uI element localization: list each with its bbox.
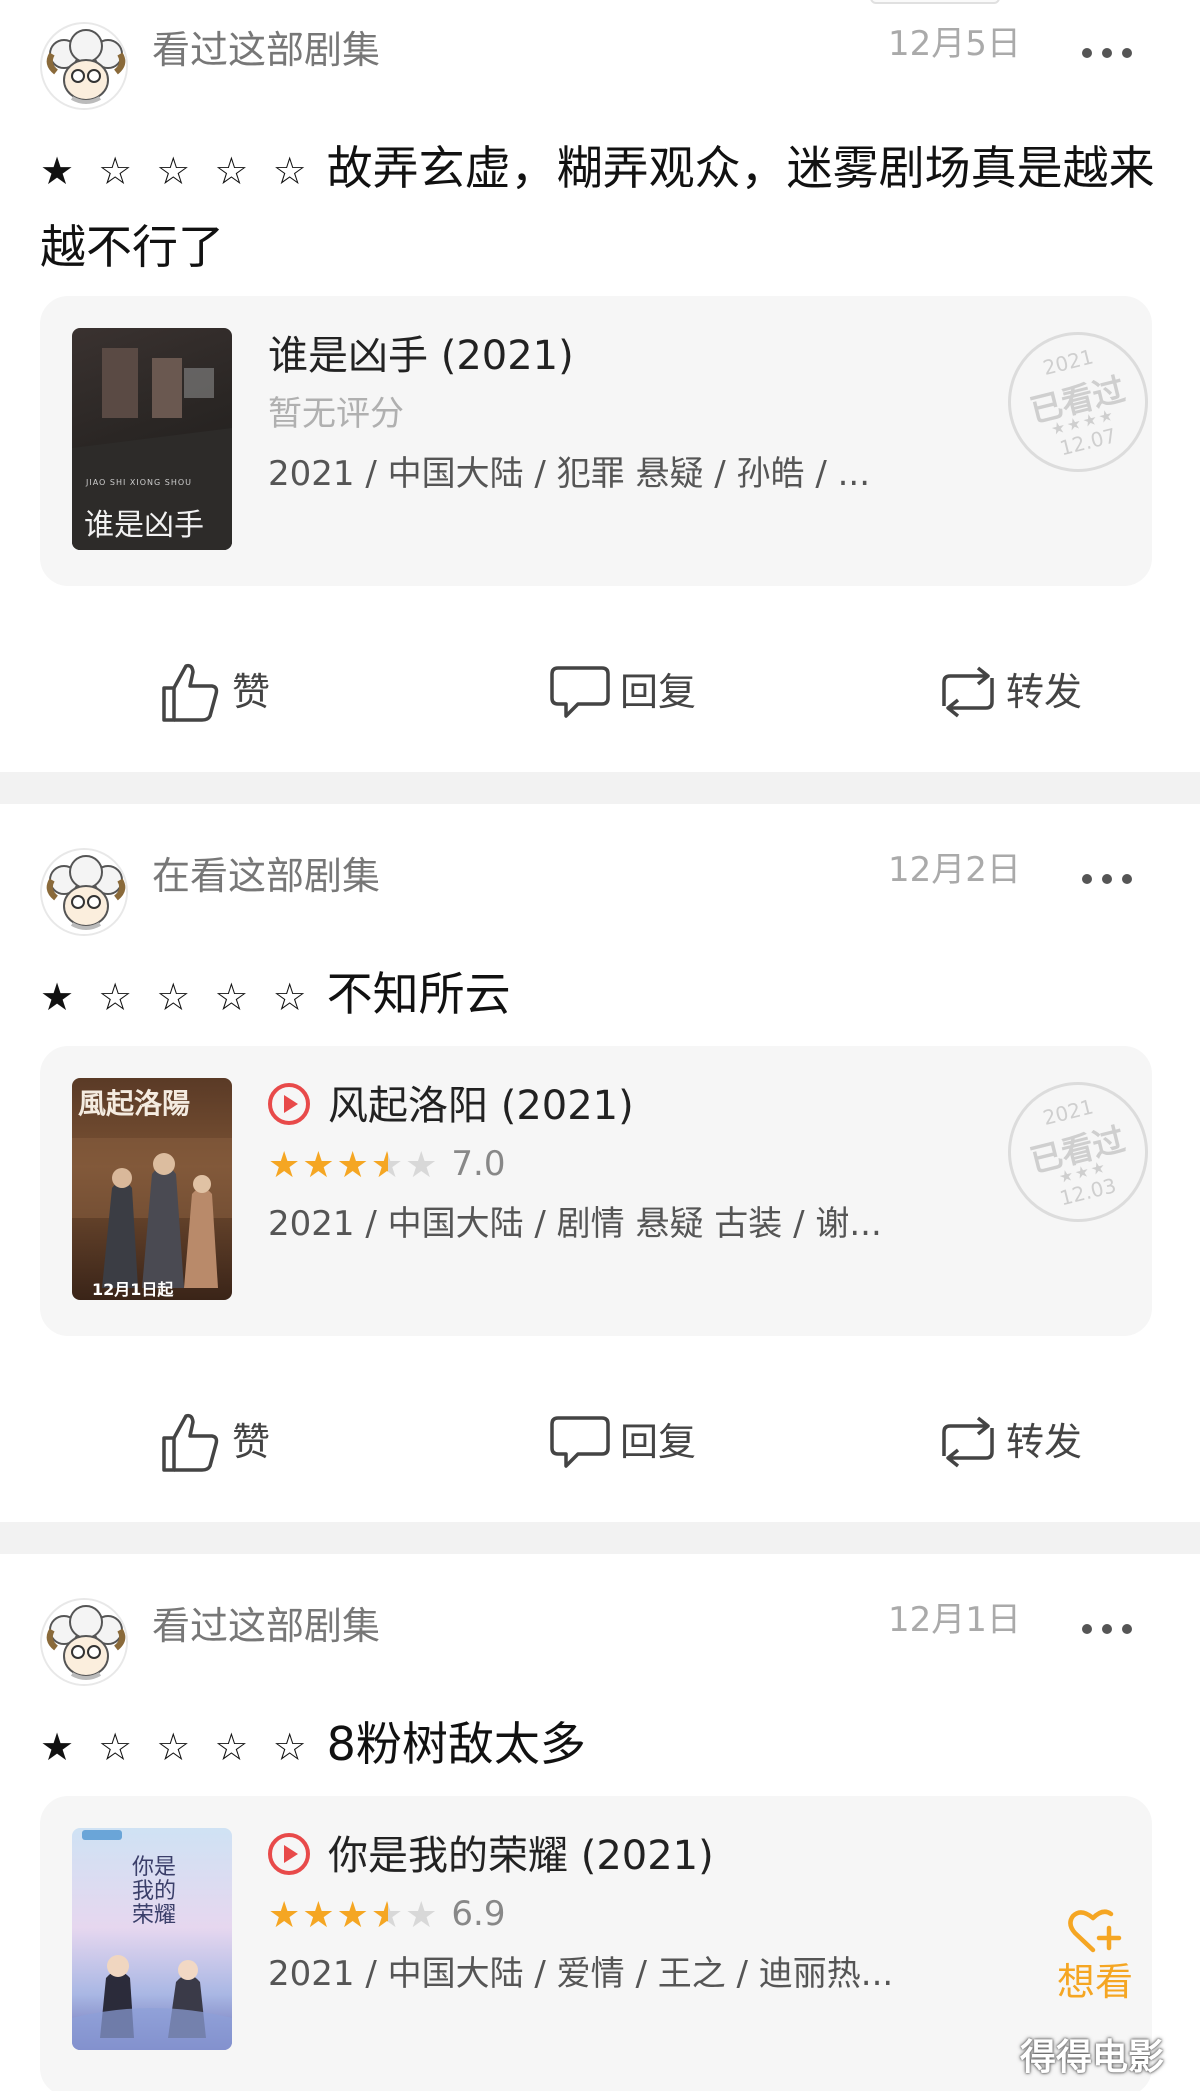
review-text: ★ ☆ ☆ ☆ ☆ 不知所云 (40, 956, 1170, 1035)
comment-text: 不知所云 (326, 967, 511, 1021)
subject-rating: ★★★★★ 6.9 (268, 1894, 505, 1936)
sheep-avatar-icon (42, 24, 126, 108)
previous-item-edge (870, 0, 1000, 4)
poster-title: 你是我的荣耀 (131, 1855, 176, 1928)
rating-stars-filled: ★★★ (268, 1145, 371, 1186)
comment-bubble-icon (550, 1416, 610, 1468)
subject-rating: 暂无评分 (268, 394, 404, 434)
play-icon (268, 1833, 310, 1875)
subject-meta: 2021 / 中国大陆 / 爱情 / 王之 / 迪丽热... (268, 1954, 894, 1994)
review-text: ★ ☆ ☆ ☆ ☆ 8粉树敌太多 (40, 1706, 1170, 1785)
poster-subtitle: JIAO SHI XIONG SHOU (86, 478, 192, 487)
sheep-avatar-icon (42, 1600, 126, 1684)
post-date: 12月1日 (888, 1600, 1021, 1640)
watermark: 得得电影 (1020, 2037, 1165, 2078)
user-rating-stars: ★ ☆ ☆ ☆ ☆ (40, 149, 313, 193)
want-to-watch-button[interactable]: 想看 (1050, 1906, 1140, 2004)
subject-title-text: 你是我的荣耀 (2021) (328, 1833, 714, 1879)
watch-status: 看过这部剧集 (152, 1604, 381, 1648)
user-rating-stars: ★ ☆ ☆ ☆ ☆ (40, 1725, 313, 1769)
like-label: 赞 (232, 1420, 271, 1464)
subject-card[interactable]: JIAO SHI XIONG SHOU 谁是凶手 谁是凶手 (2021) 暂无评… (40, 296, 1163, 586)
comment-bubble-icon (550, 666, 610, 718)
rating-stars: ★★★★★ (268, 1146, 439, 1186)
sheep-avatar-icon (42, 850, 126, 934)
subject-card[interactable]: 你是我的荣耀 你是我的荣耀 (2021) ★★★★★ 6.9 2021 / 中国大… (40, 1796, 1152, 2091)
like-button[interactable]: 赞 (158, 1413, 278, 1472)
watched-stamp: 2021 已看过 ★★★ 12.03 (993, 1067, 1163, 1237)
avatar[interactable] (40, 22, 128, 110)
rating-star-half: ★ (370, 1895, 406, 1936)
reply-label: 回复 (620, 670, 697, 714)
section-divider (0, 772, 1200, 804)
rating-stars: ★★★★★ (268, 1896, 439, 1936)
watched-stamp: 2021 已看过 ★★★★ 12.07 (993, 317, 1163, 487)
subject-title-text: 风起洛阳 (2021) (328, 1083, 634, 1129)
poster-image: 你是我的荣耀 (72, 1828, 232, 2050)
watch-status: 看过这部剧集 (152, 28, 381, 72)
subject-title: 你是我的荣耀 (2021) (268, 1832, 714, 1880)
more-icon[interactable] (1080, 42, 1136, 62)
share-label: 转发 (1006, 670, 1083, 714)
watch-status: 在看这部剧集 (152, 854, 381, 898)
rating-star-empty: ★ (405, 1895, 440, 1936)
like-label: 赞 (232, 670, 271, 714)
play-icon (268, 1083, 310, 1125)
repost-icon (942, 666, 994, 718)
post-date: 12月5日 (888, 24, 1021, 64)
thumbs-up-icon (162, 663, 219, 722)
subject-title: 谁是凶手 (2021) (268, 333, 574, 379)
user-rating-stars: ★ ☆ ☆ ☆ ☆ (40, 975, 313, 1019)
rating-star-half: ★ (370, 1145, 406, 1186)
review-text: ★ ☆ ☆ ☆ ☆ 故弄玄虚，糊弄观众，迷雾剧场真是越来越不行了 (40, 130, 1170, 285)
reply-button[interactable]: 回复 (548, 1416, 718, 1468)
reply-button[interactable]: 回复 (548, 666, 718, 718)
want-label: 想看 (1056, 1960, 1133, 2004)
subject-meta: 2021 / 中国大陆 / 犯罪 悬疑 / 孙皓 / ... (268, 454, 871, 494)
avatar[interactable] (40, 848, 128, 936)
share-button[interactable]: 转发 (930, 1416, 1100, 1468)
thumbs-up-icon (162, 1413, 219, 1472)
section-divider (0, 1522, 1200, 1554)
subject-card[interactable]: 風起洛陽 12月1日起 风起洛阳 (2021) ★★★★★ 7.0 2021 / … (40, 1046, 1163, 1336)
subject-meta: 2021 / 中国大陆 / 剧情 悬疑 古装 / 谢... (268, 1204, 882, 1244)
poster-title: 風起洛陽 (78, 1087, 191, 1120)
post-date: 12月2日 (888, 850, 1021, 890)
rating-value: 7.0 (451, 1144, 506, 1184)
reply-label: 回复 (620, 1420, 697, 1464)
like-button[interactable]: 赞 (158, 663, 278, 722)
poster-badge: 12月1日起 (92, 1280, 174, 1299)
poster-title: 谁是凶手 (84, 508, 204, 543)
subject-rating: ★★★★★ 7.0 (268, 1144, 505, 1186)
rating-star-empty: ★ (405, 1145, 440, 1186)
poster-image: 風起洛陽 12月1日起 (72, 1078, 232, 1300)
subject-title: 风起洛阳 (2021) (268, 1082, 634, 1130)
repost-icon (942, 1416, 994, 1468)
rating-stars-filled: ★★★ (268, 1895, 371, 1936)
more-icon[interactable] (1080, 868, 1136, 888)
avatar[interactable] (40, 1598, 128, 1686)
share-label: 转发 (1006, 1420, 1083, 1464)
more-icon[interactable] (1080, 1618, 1136, 1638)
poster-image: JIAO SHI XIONG SHOU 谁是凶手 (72, 328, 232, 550)
rating-value: 6.9 (451, 1894, 506, 1934)
comment-text: 8粉树敌太多 (326, 1717, 586, 1771)
share-button[interactable]: 转发 (930, 666, 1100, 718)
heart-plus-icon (1068, 1909, 1122, 1953)
